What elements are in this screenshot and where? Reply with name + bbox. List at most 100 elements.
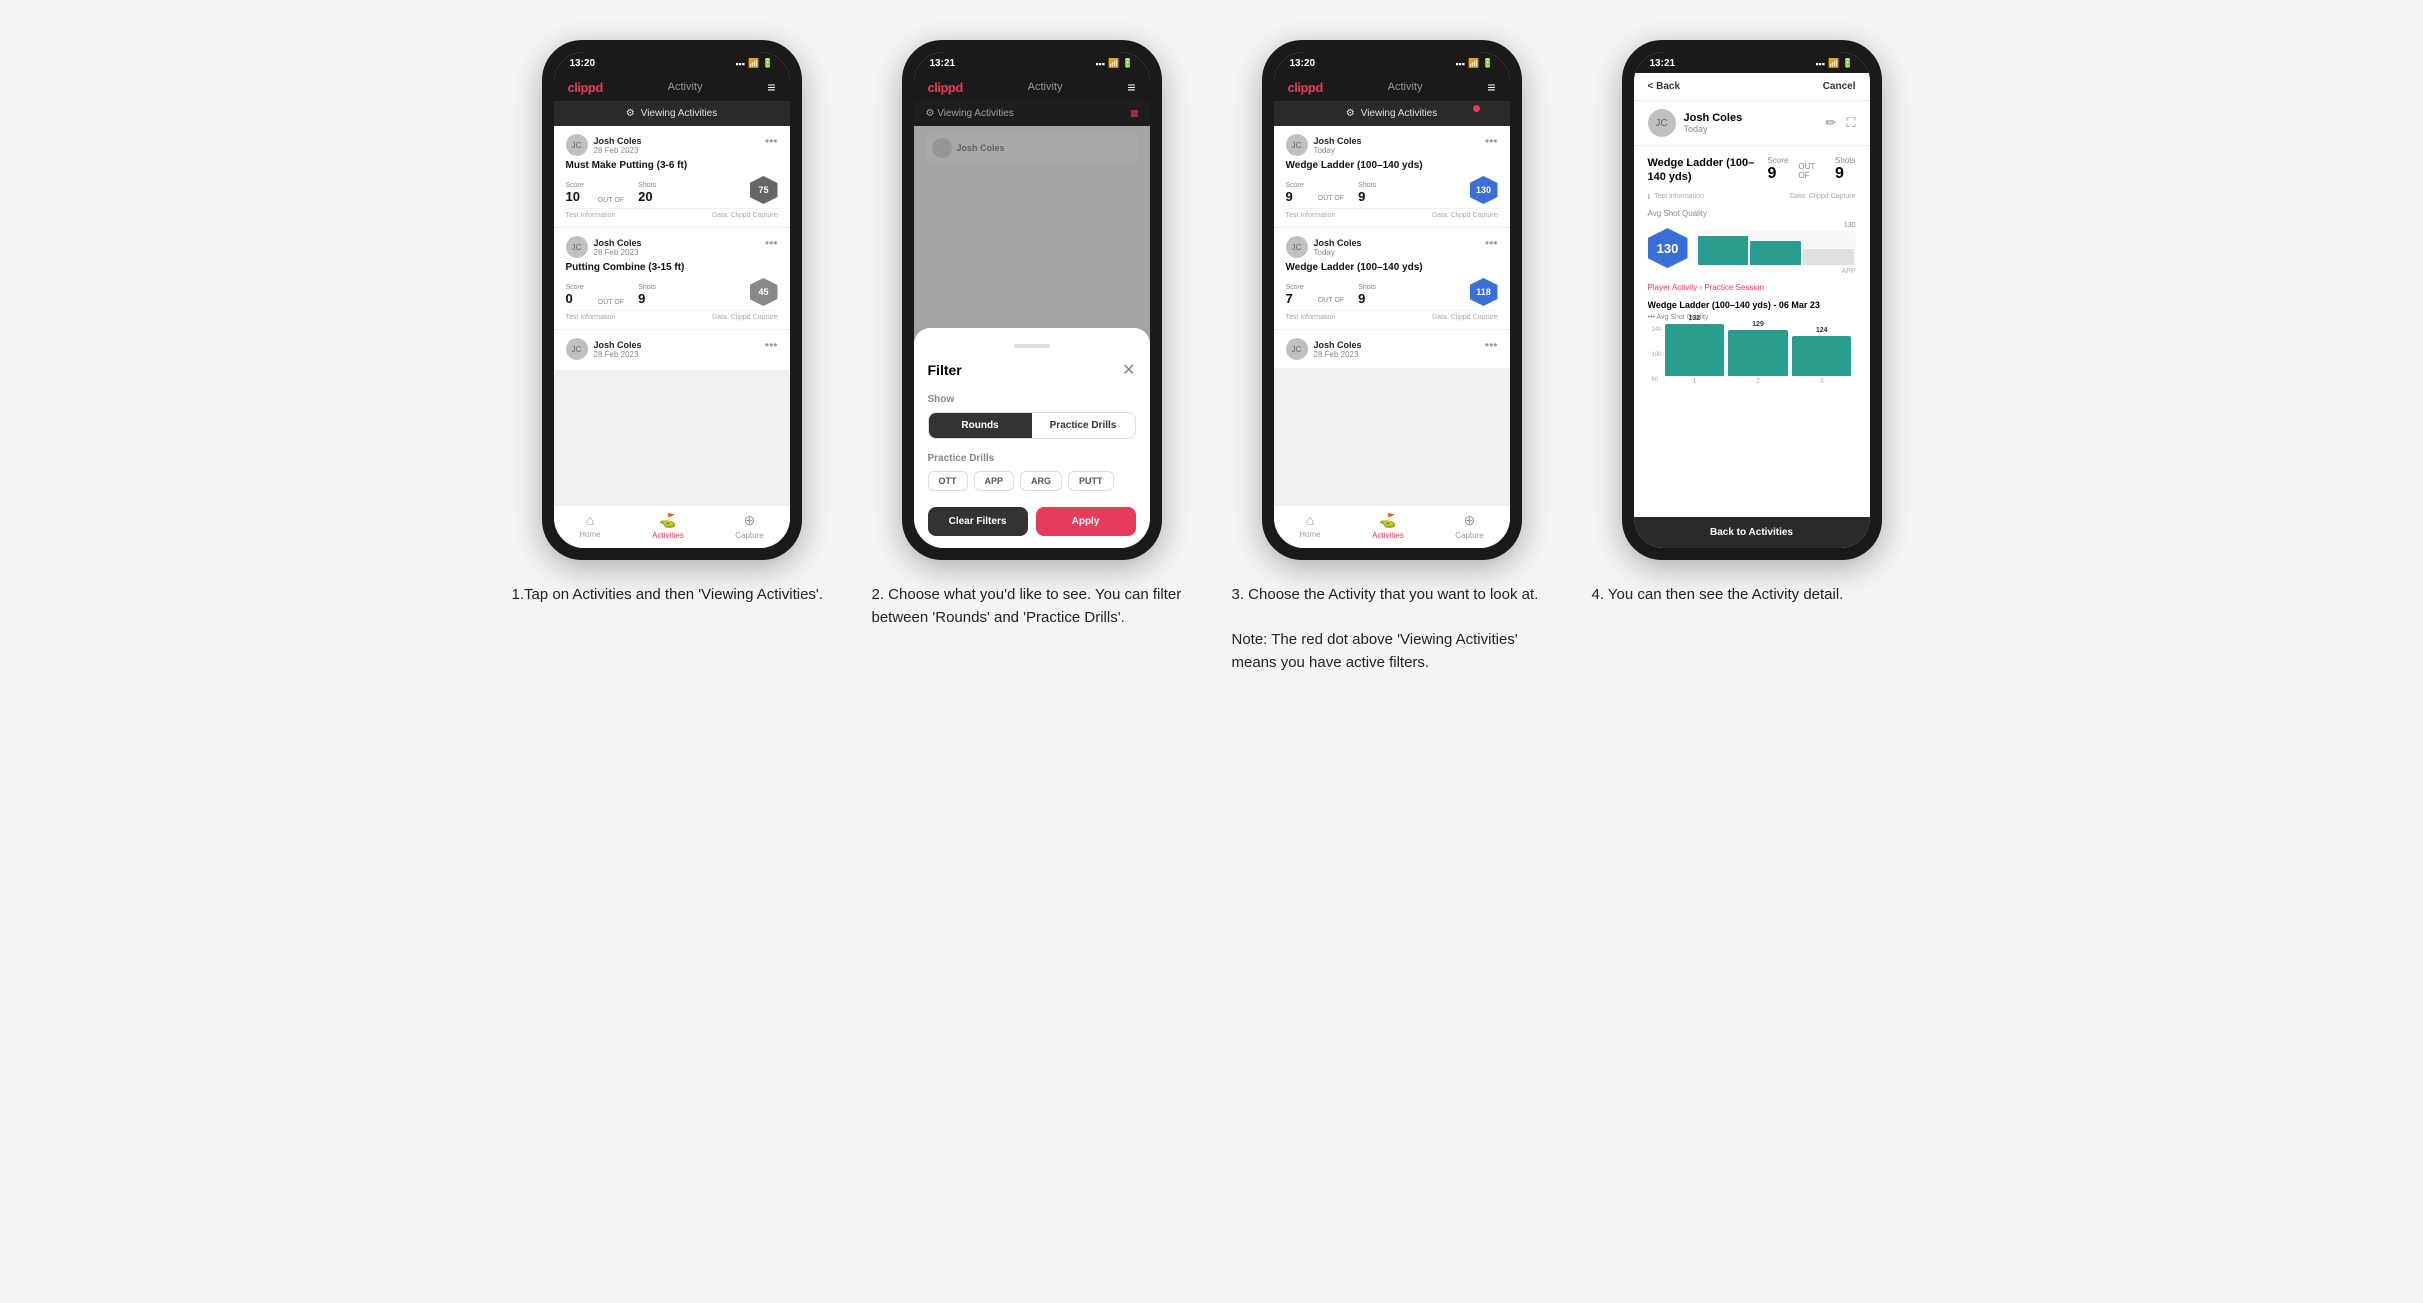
menu-icon-2[interactable]: ≡ bbox=[1127, 79, 1135, 95]
clippd-logo-1: clippd bbox=[568, 80, 603, 95]
practice-drills-toggle[interactable]: Practice Drills bbox=[1032, 413, 1135, 438]
filter-header: Filter ✕ bbox=[928, 360, 1136, 380]
rounds-toggle[interactable]: Rounds bbox=[929, 413, 1032, 438]
back-to-activities-button[interactable]: Back to Activities bbox=[1634, 517, 1870, 548]
activity-card-3-3: JC Josh Coles 28 Feb 2023 ••• bbox=[1274, 330, 1510, 368]
drill-chip-ott[interactable]: OTT bbox=[928, 471, 968, 491]
activity-title-1-1: Must Make Putting (3-6 ft) bbox=[566, 160, 778, 171]
shots-label-1-1: Shots bbox=[638, 182, 656, 189]
edit-icon[interactable]: ✏ bbox=[1825, 115, 1836, 131]
sq-badge-3-1: 130 bbox=[1470, 176, 1498, 204]
user-info-1-2: JC Josh Coles 28 Feb 2023 bbox=[566, 236, 642, 258]
nav-activities-1[interactable]: ⛳ Activities bbox=[652, 512, 684, 540]
activity-card-3-2[interactable]: JC Josh Coles Today ••• Wedge Ladder (10… bbox=[1274, 228, 1510, 329]
activity-card-1-3: JC Josh Coles 28 Feb 2023 ••• bbox=[554, 330, 790, 370]
menu-icon-3[interactable]: ≡ bbox=[1487, 79, 1495, 95]
activity-card-1-2[interactable]: JC Josh Coles 28 Feb 2023 ••• Putting Co… bbox=[554, 228, 790, 329]
drill-chip-putt[interactable]: PUTT bbox=[1068, 471, 1114, 491]
activity-list-1: JC Josh Coles 28 Feb 2023 ••• Must Make … bbox=[554, 126, 790, 505]
filter-close-button[interactable]: ✕ bbox=[1122, 360, 1135, 380]
sq-badge-3-2: 118 bbox=[1470, 278, 1498, 306]
phone-4: 13:21 ▪▪▪ 📶 🔋 < Back Cancel JC bbox=[1622, 40, 1882, 560]
drill-chip-app[interactable]: APP bbox=[974, 471, 1015, 491]
drill-chips: OTT APP ARG PUTT bbox=[928, 471, 1136, 491]
filter-actions: Clear Filters Apply bbox=[928, 507, 1136, 536]
drill-chip-arg[interactable]: ARG bbox=[1020, 471, 1062, 491]
player-activity-section: Player Activity › Practice Session bbox=[1648, 283, 1856, 292]
nav-capture-1[interactable]: ⊕ Capture bbox=[735, 512, 763, 540]
viewing-banner-1[interactable]: ⚙ Viewing Activities bbox=[554, 101, 790, 126]
menu-icon-1[interactable]: ≡ bbox=[767, 79, 775, 95]
avatar-1-3: JC bbox=[566, 338, 588, 360]
filter-toggle-row: Rounds Practice Drills bbox=[928, 412, 1136, 439]
status-bar-2: 13:21 ▪▪▪ 📶 🔋 bbox=[914, 52, 1150, 73]
avg-hex: 130 bbox=[1648, 228, 1688, 268]
detail-scores: Score 9 OUT OF Shots 9 bbox=[1768, 156, 1856, 183]
step-1-column: 13:20 ▪▪▪ 📶 🔋 clippd Activity ≡ ⚙ Vi bbox=[512, 40, 832, 674]
battery-icon-2: 🔋 bbox=[1122, 58, 1133, 69]
back-button[interactable]: < Back bbox=[1648, 81, 1681, 92]
dots-menu-3-1[interactable]: ••• bbox=[1485, 134, 1498, 148]
shots-val-1-1: 20 bbox=[638, 189, 656, 204]
phone-3: 13:20 ▪▪▪ 📶 🔋 clippd Activity ≡ ⚙ Viewin… bbox=[1262, 40, 1522, 560]
wifi-icon-2: 📶 bbox=[1108, 58, 1119, 69]
info-row-1-2: Test Information Data: Clippd Capture bbox=[566, 310, 778, 321]
phone-2: 13:21 ▪▪▪ 📶 🔋 clippd Activity ≡ ⚙ Viewin… bbox=[902, 40, 1162, 560]
dots-menu-3-2[interactable]: ••• bbox=[1485, 236, 1498, 250]
viewing-text-1: Viewing Activities bbox=[641, 108, 718, 119]
dots-menu-1-1[interactable]: ••• bbox=[765, 134, 778, 148]
nav-activities-3[interactable]: ⛳ Activities bbox=[1372, 512, 1404, 540]
signal-icon: ▪▪▪ bbox=[735, 59, 745, 69]
red-dot-3 bbox=[1473, 105, 1480, 112]
wifi-icon-3: 📶 bbox=[1468, 58, 1479, 69]
dots-menu-1-2[interactable]: ••• bbox=[765, 236, 778, 250]
clippd-logo-2: clippd bbox=[928, 80, 963, 95]
status-icons-1: ▪▪▪ 📶 🔋 bbox=[735, 58, 773, 69]
activities-icon-1: ⛳ bbox=[659, 512, 676, 529]
signal-icon-3: ▪▪▪ bbox=[1455, 59, 1465, 69]
nav-home-1[interactable]: ⌂ Home bbox=[579, 512, 600, 540]
sq-badge-1-1: 75 bbox=[750, 176, 778, 204]
phone-1: 13:20 ▪▪▪ 📶 🔋 clippd Activity ≡ ⚙ Vi bbox=[542, 40, 802, 560]
avatar-1-1: JC bbox=[566, 134, 588, 156]
sq-badge-1-2: 45 bbox=[750, 278, 778, 306]
expand-icon[interactable]: ⛶ bbox=[1846, 115, 1855, 131]
outof-1-1: OUT OF bbox=[598, 197, 624, 204]
avg-shot-section: Avg Shot Quality 130 130 bbox=[1648, 209, 1856, 275]
activity-card-3-1[interactable]: JC Josh Coles Today ••• Wedge Ladder (10… bbox=[1274, 126, 1510, 227]
user-name-1-2: Josh Coles bbox=[594, 238, 642, 248]
clear-filters-button[interactable]: Clear Filters bbox=[928, 507, 1028, 536]
status-time-3: 13:20 bbox=[1290, 58, 1316, 69]
avatar-detail: JC bbox=[1648, 109, 1676, 137]
bar-2: 129 2 bbox=[1728, 321, 1788, 385]
status-bar-3: 13:20 ▪▪▪ 📶 🔋 bbox=[1274, 52, 1510, 73]
step-2-column: 13:21 ▪▪▪ 📶 🔋 clippd Activity ≡ ⚙ Viewin… bbox=[872, 40, 1192, 674]
nav-home-3[interactable]: ⌂ Home bbox=[1299, 512, 1320, 540]
score-label-1-1: Score bbox=[566, 182, 584, 189]
filter-icon-3: ⚙ bbox=[1346, 108, 1355, 119]
detail-content: Wedge Ladder (100–140 yds) Score 9 OUT O… bbox=[1634, 146, 1870, 517]
viewing-banner-3[interactable]: ⚙ Viewing Activities bbox=[1274, 101, 1510, 126]
header-title-3: Activity bbox=[1388, 81, 1423, 93]
show-label: Show bbox=[928, 394, 1136, 405]
apply-button[interactable]: Apply bbox=[1036, 507, 1136, 536]
detail-activity-title: Wedge Ladder (100–140 yds) bbox=[1648, 156, 1768, 185]
app-header-2: clippd Activity ≡ bbox=[914, 73, 1150, 101]
detail-title-row: Wedge Ladder (100–140 yds) Score 9 OUT O… bbox=[1648, 156, 1856, 185]
nav-capture-3[interactable]: ⊕ Capture bbox=[1455, 512, 1483, 540]
activity-card-1-1[interactable]: JC Josh Coles 28 Feb 2023 ••• Must Make … bbox=[554, 126, 790, 227]
cancel-button[interactable]: Cancel bbox=[1823, 81, 1856, 92]
phone-2-screen: 13:21 ▪▪▪ 📶 🔋 clippd Activity ≡ ⚙ Viewin… bbox=[914, 52, 1150, 548]
filter-icon-1: ⚙ bbox=[626, 108, 635, 119]
info-row-1-1: Test Information Data: Clippd Capture bbox=[566, 208, 778, 219]
filter-title: Filter bbox=[928, 362, 962, 378]
signal-icon-2: ▪▪▪ bbox=[1095, 59, 1105, 69]
bar-3: 124 3 bbox=[1792, 327, 1852, 385]
user-name-1-1: Josh Coles bbox=[594, 136, 642, 146]
avg-label: Avg Shot Quality bbox=[1648, 209, 1856, 218]
capture-icon-1: ⊕ bbox=[744, 512, 756, 529]
avatar-1-2: JC bbox=[566, 236, 588, 258]
wifi-icon: 📶 bbox=[748, 58, 759, 69]
viewing-text-3: Viewing Activities bbox=[1361, 108, 1438, 119]
user-info-1-1: JC Josh Coles 28 Feb 2023 bbox=[566, 134, 642, 156]
